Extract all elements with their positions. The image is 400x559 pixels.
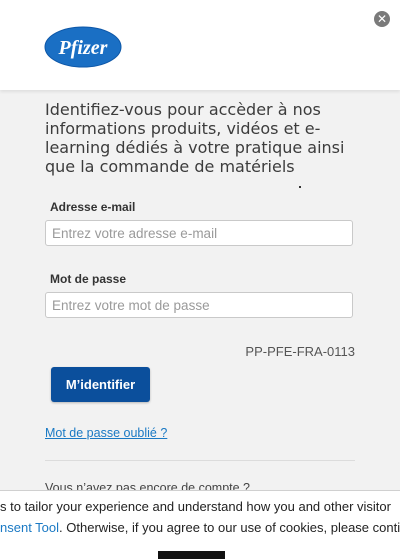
close-symbol: ✕	[376, 12, 388, 26]
password-field[interactable]	[45, 292, 353, 318]
cookie-text-line2-rest: . Otherwise, if you agree to our use of …	[59, 520, 400, 535]
close-icon[interactable]: ✕	[374, 11, 390, 27]
logo-text: Pfizer	[58, 37, 108, 59]
email-label: Adresse e-mail	[50, 200, 136, 214]
cookie-text-line2: nsent Tool. Otherwise, if you agree to o…	[0, 520, 400, 535]
pfizer-logo: Pfizer	[44, 26, 122, 68]
cookie-banner: s to tailor your experience and understa…	[0, 490, 400, 559]
intro-text: Identifiez-vous pour accèder à nos infor…	[45, 100, 345, 176]
email-field[interactable]	[45, 220, 353, 246]
reference-code: PP-PFE-FRA-0113	[245, 344, 355, 359]
password-label: Mot de passe	[50, 272, 127, 286]
consent-tool-link[interactable]: nsent Tool	[0, 520, 59, 535]
header-bar: Pfizer ✕	[0, 0, 400, 90]
forgot-password-link[interactable]: Mot de passe oublié ?	[45, 426, 167, 440]
cookie-text-line1: s to tailor your experience and understa…	[0, 499, 391, 514]
login-button[interactable]: M’identifier	[51, 367, 150, 402]
stray-dot	[299, 186, 301, 188]
divider	[45, 460, 355, 461]
